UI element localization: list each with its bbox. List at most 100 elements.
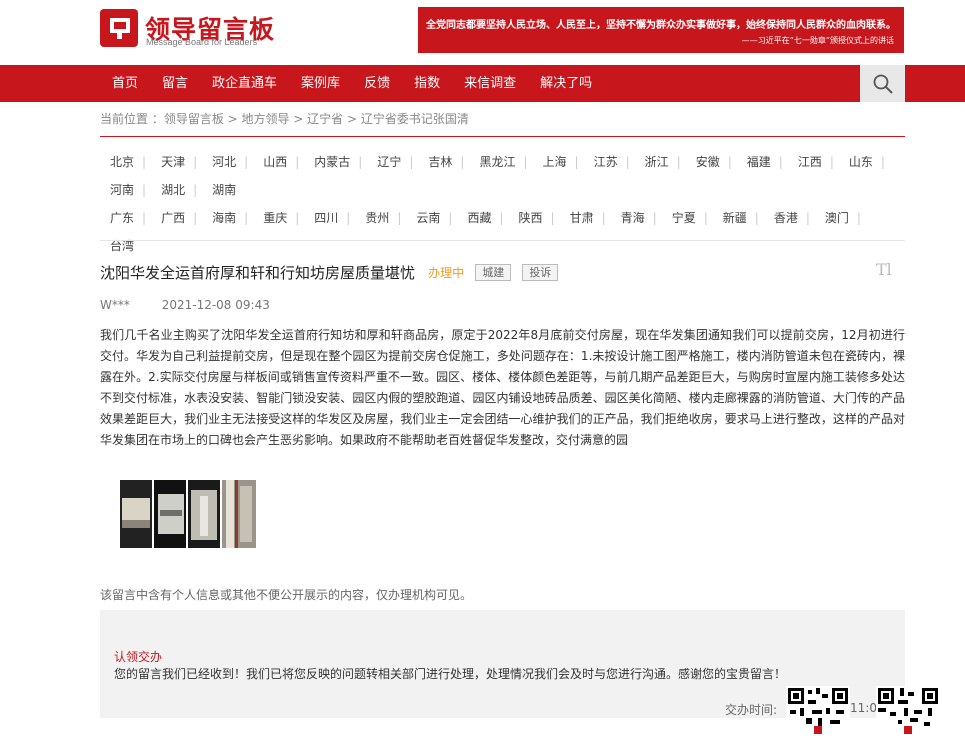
region-label: 上海: [542, 155, 567, 169]
region-anhui[interactable]: 安徽 |: [686, 148, 737, 176]
search-button[interactable]: [860, 65, 905, 102]
region-label: 澳门: [824, 211, 849, 225]
region-label: 内蒙古: [314, 155, 351, 169]
region-jilin[interactable]: 吉林 |: [418, 148, 469, 176]
logo-subtitle: Message Board for Leaders: [146, 37, 258, 47]
region-heilongjiang[interactable]: 黑龙江 |: [469, 148, 532, 176]
post-body: 我们几千名业主购买了沈阳华发全运首府行知坊和厚和轩商品房，原定于2022年8月底…: [100, 328, 905, 447]
region-qinghai[interactable]: 青海 |: [611, 204, 662, 232]
region-aomen[interactable]: 澳门 |: [815, 204, 866, 232]
region-guangdong[interactable]: 广东 |: [100, 204, 151, 232]
region-guangxi[interactable]: 广西 |: [151, 204, 202, 232]
region-shandong[interactable]: 山东 |: [839, 148, 890, 176]
reply-time-value: 11:0: [850, 701, 877, 715]
nav-item-home[interactable]: 首页: [100, 65, 150, 102]
slogan-banner: 全党同志都要坚持人民立场、人民至上，坚持不懈为群众办实事做好事，始终保持同人民群…: [418, 7, 904, 53]
region-shaanxi[interactable]: 陕西 |: [509, 204, 560, 232]
privacy-note: 该留言中含有个人信息或其他不便公开展示的内容，仅办理机构可见。: [100, 588, 473, 602]
nav-item-index[interactable]: 指数: [402, 65, 452, 102]
region-hebei[interactable]: 河北 |: [202, 148, 253, 176]
logo-icon: [100, 9, 138, 47]
region-label: 山西: [263, 155, 288, 169]
region-label: 河南: [110, 183, 135, 197]
attachment-image[interactable]: [188, 480, 220, 548]
region-gansu[interactable]: 甘肃 |: [560, 204, 611, 232]
region-label: 广西: [161, 211, 186, 225]
region-xinjiang[interactable]: 新疆 |: [713, 204, 764, 232]
region-label: 新疆: [722, 211, 747, 225]
region-label: 香港: [773, 211, 798, 225]
site-header: 领导留言板 Message Board for Leaders 全党同志都要坚持…: [0, 0, 965, 65]
region-liaoning[interactable]: 辽宁 |: [367, 148, 418, 176]
region-label: 北京: [110, 155, 135, 169]
region-hainan[interactable]: 海南 |: [202, 204, 253, 232]
region-jiangsu[interactable]: 江苏 |: [584, 148, 635, 176]
region-fujian[interactable]: 福建 |: [737, 148, 788, 176]
region-label: 重庆: [263, 211, 288, 225]
qr-code-icon: [786, 686, 850, 750]
reply-time-label: 交办时间:: [725, 703, 778, 717]
red-divider: [100, 136, 905, 137]
region-beijing[interactable]: 北京 |: [100, 148, 151, 176]
tag-type[interactable]: 投诉: [522, 264, 559, 281]
region-list: 北京 | 天津 | 河北 | 山西 | 内蒙古 | 辽宁 | 吉林 | 黑龙江 | 上海 | 江苏 | 浙江 | 安徽 | 福建…: [100, 148, 900, 260]
reply-body: 您的留言我们已经收到！我们已将您反映的问题转相关部门进行处理，处理情况我们会及时…: [114, 667, 787, 681]
reply-box: 认领交办 您的留言我们已经收到！我们已将您反映的问题转相关部门进行处理，处理情况…: [100, 610, 905, 718]
post-meta: W*** 2021-12-08 09:43: [100, 298, 270, 312]
region-label: 黑龙江: [479, 155, 516, 169]
nav-item-enterprise[interactable]: 政企直通车: [200, 65, 289, 102]
post-title: 沈阳华发全运首府厚和轩和行知坊房屋质量堪忧: [100, 264, 416, 282]
section-divider: [100, 240, 905, 241]
region-zhejiang[interactable]: 浙江 |: [635, 148, 686, 176]
region-label: 江苏: [593, 155, 618, 169]
region-label: 甘肃: [569, 211, 594, 225]
region-label: 山东: [848, 155, 873, 169]
region-neimenggu[interactable]: 内蒙古 |: [304, 148, 367, 176]
region-guizhou[interactable]: 贵州 |: [355, 204, 406, 232]
banner-quote: ——习近平在“七一勋章”颁授仪式上的讲话: [741, 36, 894, 45]
region-label: 安徽: [695, 155, 720, 169]
font-size-toggle-icon[interactable]: Tl: [876, 260, 892, 279]
region-jiangxi[interactable]: 江西 |: [788, 148, 839, 176]
post-date: 2021-12-08 09:43: [161, 298, 270, 312]
nav-items: 首页 留言 政企直通车 案例库 反馈 指数 来信调查 解决了吗: [100, 65, 604, 102]
region-label: 江西: [797, 155, 822, 169]
region-label: 贵州: [365, 211, 390, 225]
region-ningxia[interactable]: 宁夏 |: [662, 204, 713, 232]
nav-item-survey[interactable]: 来信调查: [452, 65, 528, 102]
region-label: 宁夏: [671, 211, 696, 225]
region-chongqing[interactable]: 重庆 |: [253, 204, 304, 232]
region-hubei[interactable]: 湖北 |: [151, 176, 202, 204]
post-title-row: 沈阳华发全运首府厚和轩和行知坊房屋质量堪忧 办理中 城建 投诉: [100, 262, 905, 284]
region-tianjin[interactable]: 天津 |: [151, 148, 202, 176]
region-xianggang[interactable]: 香港 |: [764, 204, 815, 232]
attachment-image[interactable]: [222, 480, 256, 548]
region-label: 海南: [212, 211, 237, 225]
nav-item-cases[interactable]: 案例库: [289, 65, 352, 102]
region-label: 浙江: [644, 155, 669, 169]
region-taiwan[interactable]: 台湾: [100, 232, 139, 260]
post-author: W***: [100, 298, 130, 312]
search-icon: [873, 74, 893, 94]
nav-item-message[interactable]: 留言: [150, 65, 200, 102]
region-shanxi[interactable]: 山西 |: [253, 148, 304, 176]
region-sichuan[interactable]: 四川 |: [304, 204, 355, 232]
region-shanghai[interactable]: 上海 |: [533, 148, 584, 176]
reply-title: 认领交办: [114, 650, 163, 664]
region-label: 西藏: [467, 211, 492, 225]
region-label: 河北: [212, 155, 237, 169]
region-hunan[interactable]: 湖南: [202, 176, 241, 204]
region-label: 青海: [620, 211, 645, 225]
region-label: 四川: [314, 211, 339, 225]
nav-item-resolved[interactable]: 解决了吗: [528, 65, 604, 102]
attachment-image[interactable]: [154, 480, 186, 548]
nav-item-feedback[interactable]: 反馈: [352, 65, 402, 102]
attachment-image[interactable]: [120, 480, 152, 548]
tag-category[interactable]: 城建: [475, 264, 512, 281]
region-yunnan[interactable]: 云南 |: [406, 204, 457, 232]
breadcrumb: 当前位置 ：领导留言板 > 地方领导 > 辽宁省 > 辽宁省委书记张国清: [100, 112, 469, 126]
region-label: 广东: [110, 211, 135, 225]
region-henan[interactable]: 河南 |: [100, 176, 151, 204]
site-logo[interactable]: 领导留言板 Message Board for Leaders: [100, 9, 300, 49]
region-xizang[interactable]: 西藏 |: [457, 204, 508, 232]
